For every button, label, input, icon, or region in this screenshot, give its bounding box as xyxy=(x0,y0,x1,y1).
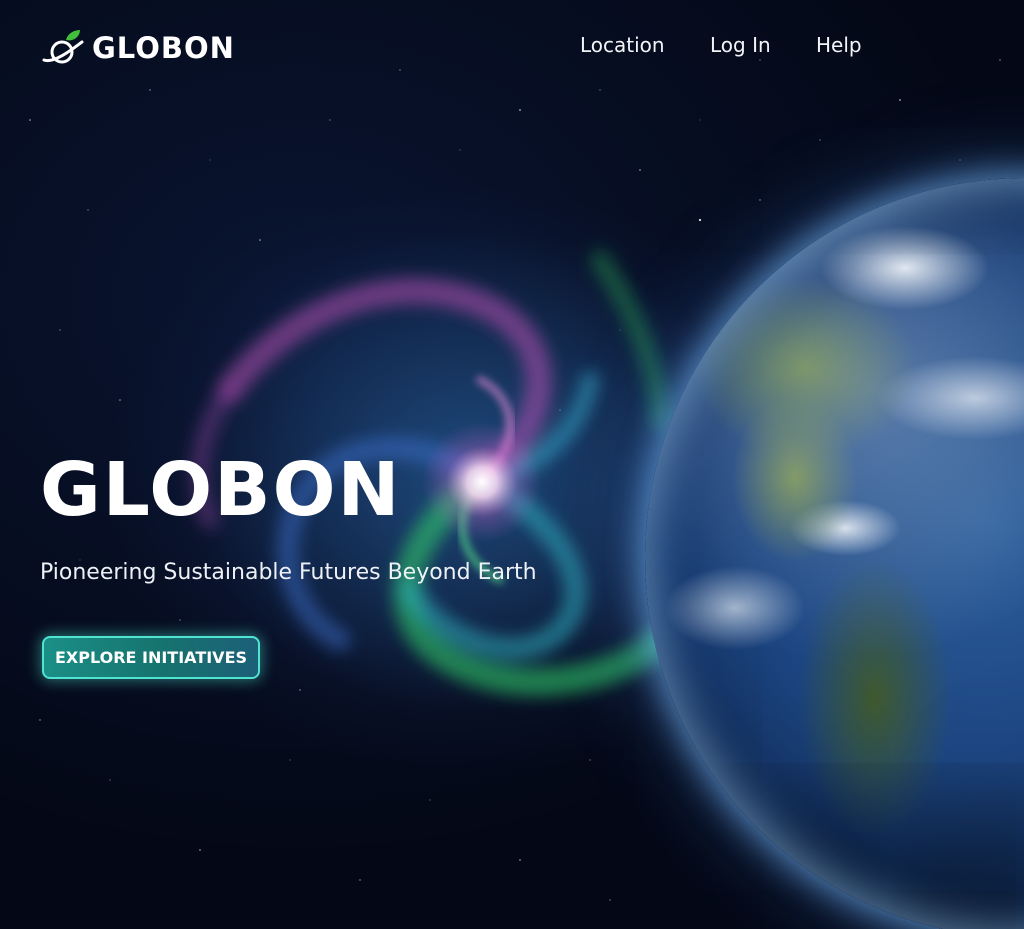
planet-leaf-icon xyxy=(42,30,84,64)
hero-subtitle: Pioneering Sustainable Futures Beyond Ea… xyxy=(40,560,537,585)
brand-logo[interactable]: GLOBON xyxy=(40,26,235,70)
nav-login-link[interactable]: Log In xyxy=(710,33,771,57)
landing-page: GLOBON Location Log In Help GLOBON Pione… xyxy=(0,0,1024,929)
explore-initiatives-button[interactable]: EXPLORE INITIATIVES xyxy=(42,636,260,679)
nav-help-link[interactable]: Help xyxy=(816,33,862,57)
nav-location-link[interactable]: Location xyxy=(580,33,665,57)
earth-globe xyxy=(645,178,1024,929)
hero-title: GLOBON xyxy=(40,447,402,533)
brand-name: GLOBON xyxy=(92,31,235,65)
site-header: GLOBON Location Log In Help xyxy=(0,0,1024,96)
